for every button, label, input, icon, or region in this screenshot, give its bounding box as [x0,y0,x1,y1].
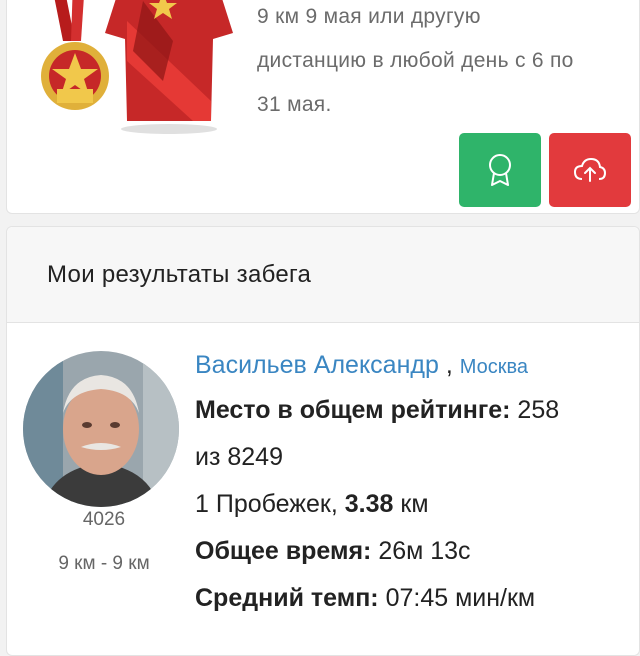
award-icon [489,154,511,186]
runs-prefix: 1 Пробежек, [195,490,338,518]
place-label: Место в общем рейтинге: [195,396,511,424]
results-card: Мои результаты забега 4026 9 км - 9 км В… [6,226,640,656]
event-card: 9 км 9 мая или другую дистанцию в любой … [6,0,640,214]
avatar [23,351,179,507]
runner-name-line: Васильев Александр , Москва [195,345,635,387]
upload-result-button[interactable] [549,133,631,207]
event-description-line: дистанцию в любой день с 6 по [257,49,574,72]
pace-label: Средний темп: [195,584,379,612]
runner-city-link[interactable]: Москва [460,356,528,378]
event-description-line: 9 км 9 мая или другую [257,5,481,28]
bib-number: 4026 [82,509,126,530]
runs-distance: 3.38 [344,490,394,518]
place-total: из 8249 [195,443,283,471]
event-description-line: 31 мая. [257,93,332,116]
event-description: 9 км 9 мая или другую дистанцию в любой … [257,0,627,127]
total-time: Общее время: 26м 13с [195,528,635,575]
time-value: 26м 13с [378,537,471,565]
certificate-button[interactable] [459,133,541,207]
place-value: 258 [517,396,560,424]
pace-value: 07:45 мин/км [385,584,536,612]
overall-place: Место в общем рейтинге: 258 [195,387,635,434]
runner-info: Васильев Александр , Москва Место в обще… [195,345,635,622]
runs-unit: км [400,490,429,518]
name-separator: , [445,351,453,379]
distance-label: 9 км - 9 км [58,553,150,574]
runner-name-link[interactable]: Васильев Александр [195,351,439,379]
runs-summary: 1 Пробежек, 3.38 км [195,481,635,528]
cloud-upload-icon [573,157,607,182]
results-header: Мои результаты забега [7,227,639,323]
average-pace: Средний темп: 07:45 мин/км [195,575,635,622]
product-image [41,0,233,134]
time-label: Общее время: [195,537,372,565]
